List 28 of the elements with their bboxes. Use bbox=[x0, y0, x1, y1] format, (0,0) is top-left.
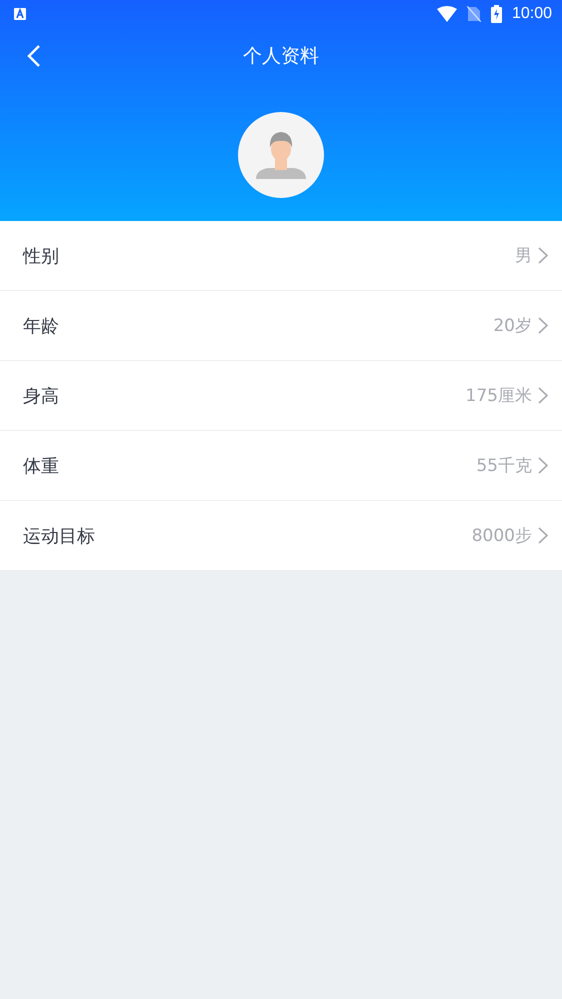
chevron-right-icon bbox=[538, 387, 548, 404]
profile-row[interactable]: 年龄 20岁 bbox=[0, 290, 562, 360]
wifi-icon bbox=[436, 6, 457, 22]
status-time: 10:00 bbox=[512, 5, 552, 23]
field-value: 20岁 bbox=[493, 315, 532, 337]
profile-row[interactable]: 体重 55千克 bbox=[0, 430, 562, 500]
field-value: 8000步 bbox=[472, 525, 532, 547]
field-label: 性别 bbox=[23, 244, 60, 268]
field-label: 年龄 bbox=[23, 314, 60, 338]
page-title: 个人资料 bbox=[243, 44, 319, 69]
battery-charging-icon bbox=[490, 5, 502, 23]
chevron-right-icon bbox=[538, 527, 548, 544]
field-label: 体重 bbox=[23, 454, 60, 478]
field-label: 运动目标 bbox=[23, 524, 96, 548]
field-value: 175厘米 bbox=[466, 385, 532, 407]
profile-row[interactable]: 身高 175厘米 bbox=[0, 360, 562, 430]
avatar[interactable] bbox=[238, 112, 324, 198]
chevron-right-icon bbox=[538, 317, 548, 334]
field-value: 男 bbox=[515, 245, 532, 267]
no-sim-icon bbox=[466, 6, 481, 22]
profile-row[interactable]: 性别 男 bbox=[0, 221, 562, 290]
field-label: 身高 bbox=[23, 384, 60, 408]
chevron-right-icon bbox=[538, 457, 548, 474]
chevron-right-icon bbox=[538, 247, 548, 264]
profile-row[interactable]: 运动目标 8000步 bbox=[0, 500, 562, 570]
app-notification-icon bbox=[14, 8, 26, 20]
field-value: 55千克 bbox=[476, 455, 532, 477]
chevron-left-icon bbox=[27, 44, 41, 68]
